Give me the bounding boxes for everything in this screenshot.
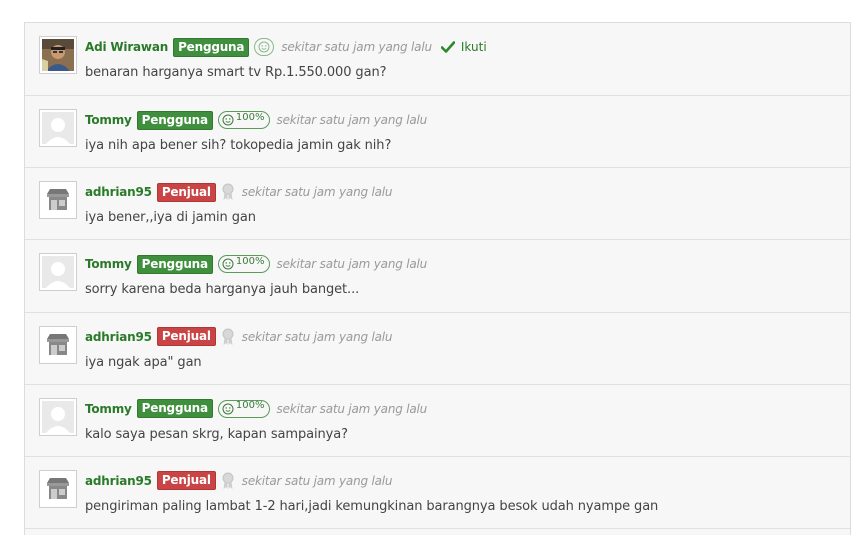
reputation-value: 100%	[235, 111, 265, 123]
timestamp: sekitar satu jam yang lalu	[276, 257, 428, 272]
user-name[interactable]: Tommy	[85, 113, 132, 127]
comment-header: adhrian95 Penjual sekitar satu jam yang …	[85, 182, 393, 202]
timestamp: sekitar satu jam yang lalu	[281, 40, 432, 54]
role-badge: Penjual	[156, 182, 216, 202]
comment-text: iya bener,,iya di jamin gan	[85, 210, 256, 226]
comment-text: kalo saya pesan skrg, kapan sampainya?	[85, 426, 348, 442]
user-avatar[interactable]	[39, 36, 77, 74]
comment-text: sorry karena beda harganya jauh banget..…	[85, 282, 360, 298]
reputation-badge[interactable]	[254, 38, 275, 56]
comment-item: Tommy Pengguna 100% sekitar satu jam yan…	[25, 384, 850, 457]
user-name[interactable]: adhrian95	[85, 185, 152, 199]
timestamp: sekitar satu jam yang lalu	[241, 185, 393, 200]
follow-button[interactable]: Ikuti	[440, 40, 487, 54]
comment-header: Tommy Pengguna 100% sekitar satu jam yan…	[85, 110, 427, 130]
comment-item: Tommy Pengguna 100% sekitar satu jam yan…	[25, 96, 850, 169]
user-avatar[interactable]	[39, 109, 77, 147]
role-badge: Pengguna	[173, 37, 250, 57]
default-avatar-icon	[42, 112, 74, 144]
reputation-badge[interactable]: 100%	[217, 399, 270, 418]
comment-item: Tommy Pengguna 100% sekitar satu jam yan…	[25, 240, 850, 313]
role-badge: Penjual	[156, 327, 216, 347]
comment-item: Adi Wirawan Pengguna sekitar satu jam ya…	[25, 23, 850, 96]
photo-avatar-icon	[42, 39, 74, 71]
user-avatar[interactable]	[39, 181, 77, 220]
comment-text: pengiriman paling lambat 1-2 hari,jadi k…	[85, 498, 659, 514]
default-avatar-icon	[42, 256, 74, 289]
smiley-icon	[258, 41, 270, 53]
default-avatar-icon	[42, 400, 74, 433]
user-avatar[interactable]	[39, 397, 77, 436]
role-badge: Pengguna	[136, 254, 213, 274]
user-avatar[interactable]	[39, 325, 77, 364]
user-avatar[interactable]	[39, 253, 77, 292]
comment-text: iya nih apa bener sih? tokopedia jamin g…	[85, 138, 392, 153]
comment-item: adhrian95 Penjual sekitar satu jam yang …	[25, 456, 850, 530]
medal-icon[interactable]	[221, 328, 235, 346]
comment-item: adhrian95 Penjual sekitar satu jam yang …	[25, 168, 850, 241]
smiley-icon	[222, 258, 234, 270]
comment-header: Tommy Pengguna 100% sekitar satu jam yan…	[85, 399, 427, 419]
comment-text: benaran harganya smart tv Rp.1.550.000 g…	[85, 65, 387, 80]
comment-thread: Adi Wirawan Pengguna sekitar satu jam ya…	[24, 22, 851, 535]
comment-header: Adi Wirawan Pengguna sekitar satu jam ya…	[85, 37, 487, 57]
comment-text: iya ngak apa" gan	[85, 354, 202, 370]
medal-icon[interactable]	[221, 472, 235, 490]
timestamp: sekitar satu jam yang lalu	[276, 401, 428, 416]
comment-header: adhrian95 Penjual sekitar satu jam yang …	[85, 327, 393, 347]
user-name[interactable]: adhrian95	[85, 474, 152, 488]
user-name[interactable]: adhrian95	[85, 330, 152, 344]
check-icon	[440, 41, 455, 53]
comment-header: Tommy Pengguna 100% sekitar satu jam yan…	[85, 254, 427, 274]
user-avatar[interactable]	[39, 469, 77, 508]
reputation-value: 100%	[235, 255, 265, 267]
user-name[interactable]: Tommy	[85, 402, 132, 416]
reputation-badge[interactable]: 100%	[217, 111, 270, 129]
smiley-icon	[222, 114, 234, 126]
reputation-value: 100%	[235, 400, 265, 412]
comment-item: adhrian95 Penjual sekitar satu jam yang …	[25, 312, 850, 385]
timestamp: sekitar satu jam yang lalu	[276, 113, 428, 127]
user-name[interactable]: Tommy	[85, 257, 132, 271]
user-name[interactable]: Adi Wirawan	[85, 40, 168, 54]
shop-avatar-icon	[42, 184, 74, 217]
role-badge: Pengguna	[136, 110, 213, 130]
comment-header: adhrian95 Penjual sekitar satu jam yang …	[85, 471, 393, 491]
smiley-icon	[222, 403, 234, 415]
role-badge: Penjual	[156, 471, 216, 491]
follow-label: Ikuti	[460, 40, 487, 54]
reputation-badge[interactable]: 100%	[217, 255, 270, 274]
shop-avatar-icon	[42, 328, 74, 361]
medal-icon[interactable]	[221, 183, 235, 201]
shop-avatar-icon	[42, 472, 74, 505]
timestamp: sekitar satu jam yang lalu	[241, 329, 393, 344]
timestamp: sekitar satu jam yang lalu	[241, 473, 393, 488]
role-badge: Pengguna	[136, 399, 213, 419]
